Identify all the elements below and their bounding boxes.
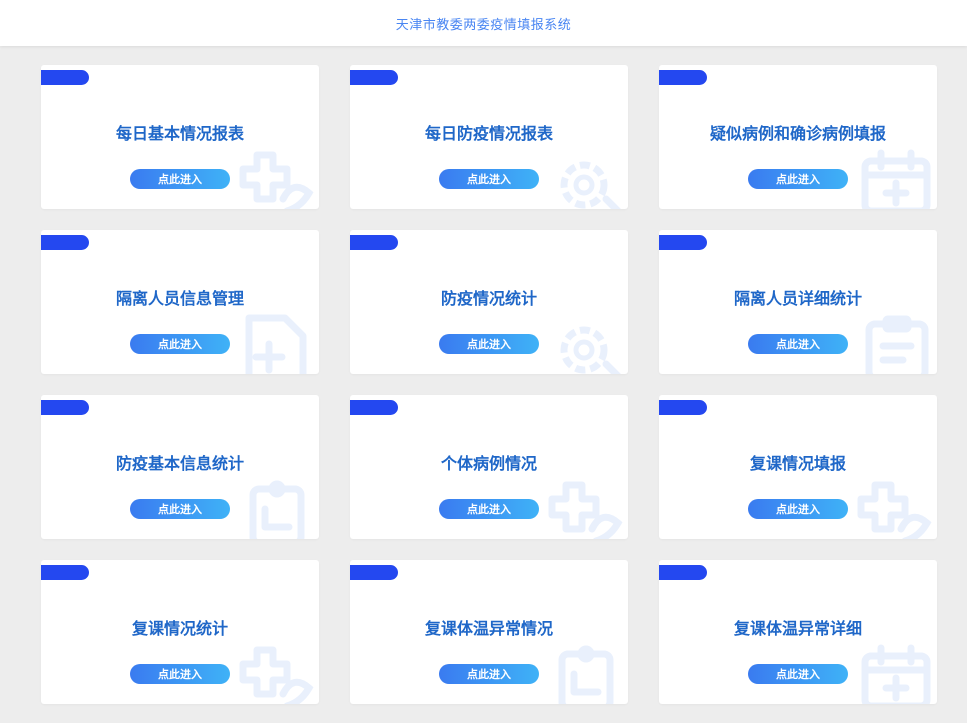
enter-button[interactable]: 点此进入 xyxy=(748,334,848,354)
clipboard-icon xyxy=(857,314,935,374)
calendar-icon xyxy=(857,644,935,704)
card-tab-marker xyxy=(350,70,398,85)
enter-button[interactable]: 点此进入 xyxy=(748,499,848,519)
enter-button[interactable]: 点此进入 xyxy=(439,499,539,519)
card-tab-marker xyxy=(659,565,707,580)
medical-cross-icon xyxy=(239,644,317,704)
card-grid: 每日基本情况报表 点此进入 每日防疫情况报表 点此进入 疑似病例和确诊病例填报 … xyxy=(41,65,937,704)
card-individual-cases: 个体病例情况 点此进入 xyxy=(350,395,628,539)
card-tab-marker xyxy=(659,400,707,415)
enter-button[interactable]: 点此进入 xyxy=(439,169,539,189)
card-tab-marker xyxy=(41,70,89,85)
calendar-icon xyxy=(857,149,935,209)
medical-cross-icon xyxy=(548,479,626,539)
card-title: 复课体温异常情况 xyxy=(424,619,553,638)
card-daily-basic-report: 每日基本情况报表 点此进入 xyxy=(41,65,319,209)
card-isolation-detail-statistics: 隔离人员详细统计 点此进入 xyxy=(659,230,937,374)
top-bar: 天津市教委两委疫情填报系统 xyxy=(0,0,967,46)
card-tab-marker xyxy=(41,565,89,580)
enter-button[interactable]: 点此进入 xyxy=(130,169,230,189)
card-temperature-abnormal-situation: 复课体温异常情况 点此进入 xyxy=(350,560,628,704)
card-title: 疑似病例和确诊病例填报 xyxy=(709,124,886,143)
enter-button[interactable]: 点此进入 xyxy=(748,664,848,684)
card-tab-marker xyxy=(659,235,707,250)
card-title: 每日基本情况报表 xyxy=(115,124,244,143)
card-title: 复课体温异常详细 xyxy=(733,619,862,638)
card-isolation-info-management: 隔离人员信息管理 点此进入 xyxy=(41,230,319,374)
card-title: 个体病例情况 xyxy=(440,454,537,473)
card-tab-marker xyxy=(350,565,398,580)
card-title: 每日防疫情况报表 xyxy=(424,124,553,143)
enter-button[interactable]: 点此进入 xyxy=(130,664,230,684)
card-reopening-report: 复课情况填报 点此进入 xyxy=(659,395,937,539)
gear-icon xyxy=(548,149,626,209)
card-prevention-statistics: 防疫情况统计 点此进入 xyxy=(350,230,628,374)
clipboard-report-icon xyxy=(239,479,317,539)
card-prevention-basic-info-statistics: 防疫基本信息统计 点此进入 xyxy=(41,395,319,539)
card-tab-marker xyxy=(41,235,89,250)
gear-icon xyxy=(548,314,626,374)
document-plus-icon xyxy=(239,314,317,374)
card-title: 隔离人员详细统计 xyxy=(733,289,862,308)
medical-cross-icon xyxy=(857,479,935,539)
clipboard-report-icon xyxy=(548,644,626,704)
card-reopening-statistics: 复课情况统计 点此进入 xyxy=(41,560,319,704)
card-tab-marker xyxy=(41,400,89,415)
card-daily-prevention-report: 每日防疫情况报表 点此进入 xyxy=(350,65,628,209)
enter-button[interactable]: 点此进入 xyxy=(130,334,230,354)
card-tab-marker xyxy=(659,70,707,85)
enter-button[interactable]: 点此进入 xyxy=(130,499,230,519)
page-title: 天津市教委两委疫情填报系统 xyxy=(395,17,572,33)
card-title: 防疫情况统计 xyxy=(440,289,537,308)
medical-cross-icon xyxy=(239,149,317,209)
enter-button[interactable]: 点此进入 xyxy=(439,334,539,354)
card-title: 隔离人员信息管理 xyxy=(115,289,244,308)
card-title: 防疫基本信息统计 xyxy=(115,454,244,473)
card-title: 复课情况统计 xyxy=(131,619,228,638)
card-tab-marker xyxy=(350,235,398,250)
enter-button[interactable]: 点此进入 xyxy=(748,169,848,189)
card-title: 复课情况填报 xyxy=(749,454,846,473)
enter-button[interactable]: 点此进入 xyxy=(439,664,539,684)
card-suspected-confirmed-cases: 疑似病例和确诊病例填报 点此进入 xyxy=(659,65,937,209)
card-tab-marker xyxy=(350,400,398,415)
card-temperature-abnormal-detail: 复课体温异常详细 点此进入 xyxy=(659,560,937,704)
